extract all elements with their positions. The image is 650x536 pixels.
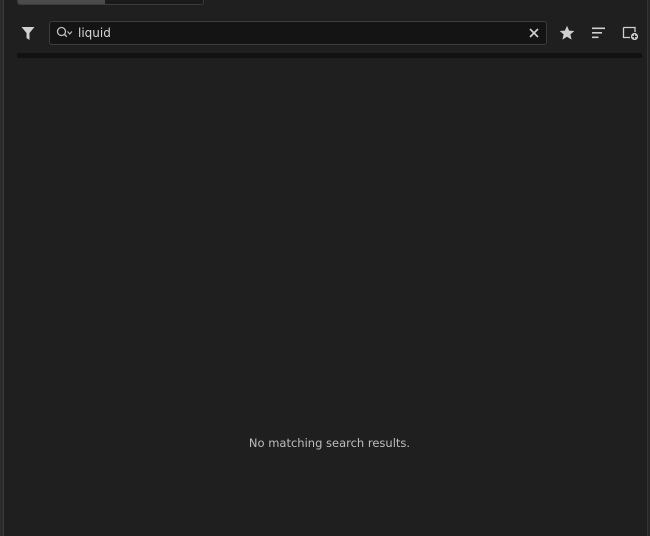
clear-search-button[interactable] bbox=[526, 25, 542, 41]
empty-results-message: No matching search results. bbox=[248, 436, 411, 450]
close-icon bbox=[529, 28, 539, 38]
search-input[interactable] bbox=[78, 22, 518, 44]
favorites-button[interactable] bbox=[555, 21, 579, 45]
filter-icon bbox=[21, 26, 35, 40]
new-bin-icon bbox=[622, 26, 639, 41]
panel-tab-active[interactable] bbox=[18, 0, 105, 4]
search-field[interactable] bbox=[49, 21, 547, 45]
panel-left-edge bbox=[0, 0, 4, 536]
sort-button[interactable] bbox=[587, 21, 611, 45]
panel-tab-inactive[interactable] bbox=[105, 0, 203, 4]
results-list: No matching search results. bbox=[17, 60, 642, 536]
search-toolbar bbox=[0, 20, 650, 46]
star-icon bbox=[559, 25, 575, 40]
sort-icon bbox=[592, 27, 605, 39]
new-bin-button[interactable] bbox=[619, 21, 643, 45]
panel-tab-strip bbox=[17, 0, 204, 5]
effects-panel: No matching search results. bbox=[0, 0, 650, 536]
search-icon[interactable] bbox=[56, 26, 74, 40]
column-header-bar bbox=[17, 53, 642, 58]
filter-button[interactable] bbox=[16, 21, 40, 45]
